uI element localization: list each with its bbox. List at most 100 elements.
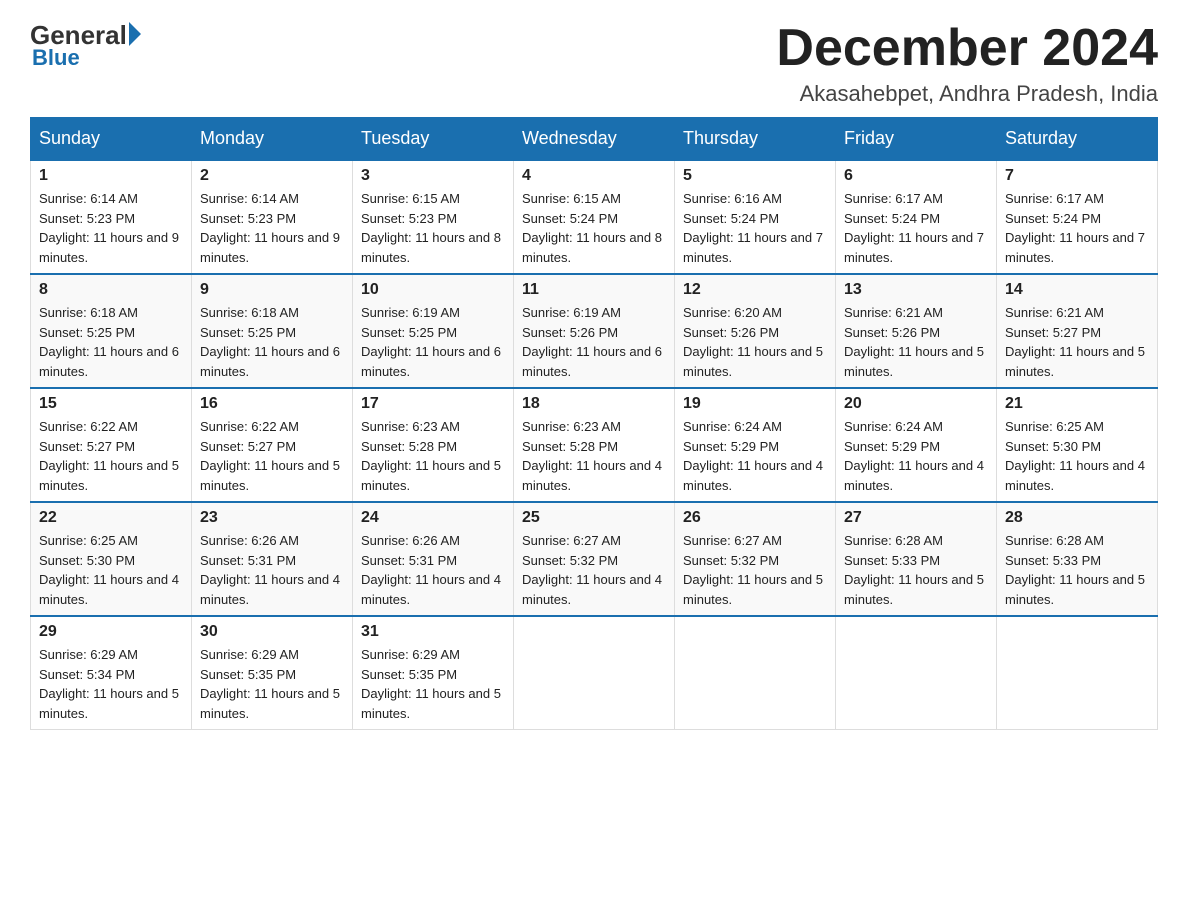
- day-info: Sunrise: 6:24 AM Sunset: 5:29 PM Dayligh…: [683, 417, 827, 495]
- table-row: 28 Sunrise: 6:28 AM Sunset: 5:33 PM Dayl…: [997, 502, 1158, 616]
- table-row: 4 Sunrise: 6:15 AM Sunset: 5:24 PM Dayli…: [514, 160, 675, 274]
- day-number: 25: [522, 509, 666, 527]
- day-number: 20: [844, 395, 988, 413]
- day-info: Sunrise: 6:14 AM Sunset: 5:23 PM Dayligh…: [200, 189, 344, 267]
- day-info: Sunrise: 6:23 AM Sunset: 5:28 PM Dayligh…: [522, 417, 666, 495]
- day-number: 9: [200, 281, 344, 299]
- table-row: 8 Sunrise: 6:18 AM Sunset: 5:25 PM Dayli…: [31, 274, 192, 388]
- day-info: Sunrise: 6:21 AM Sunset: 5:26 PM Dayligh…: [844, 303, 988, 381]
- day-number: 7: [1005, 167, 1149, 185]
- day-info: Sunrise: 6:27 AM Sunset: 5:32 PM Dayligh…: [683, 531, 827, 609]
- day-info: Sunrise: 6:19 AM Sunset: 5:25 PM Dayligh…: [361, 303, 505, 381]
- table-row: 27 Sunrise: 6:28 AM Sunset: 5:33 PM Dayl…: [836, 502, 997, 616]
- calendar-week-row: 29 Sunrise: 6:29 AM Sunset: 5:34 PM Dayl…: [31, 616, 1158, 730]
- day-info: Sunrise: 6:28 AM Sunset: 5:33 PM Dayligh…: [1005, 531, 1149, 609]
- table-row: 19 Sunrise: 6:24 AM Sunset: 5:29 PM Dayl…: [675, 388, 836, 502]
- table-row: 3 Sunrise: 6:15 AM Sunset: 5:23 PM Dayli…: [353, 160, 514, 274]
- day-info: Sunrise: 6:22 AM Sunset: 5:27 PM Dayligh…: [39, 417, 183, 495]
- day-info: Sunrise: 6:17 AM Sunset: 5:24 PM Dayligh…: [1005, 189, 1149, 267]
- day-info: Sunrise: 6:26 AM Sunset: 5:31 PM Dayligh…: [200, 531, 344, 609]
- day-number: 10: [361, 281, 505, 299]
- table-row: [675, 616, 836, 730]
- day-number: 2: [200, 167, 344, 185]
- logo: General Blue: [30, 20, 141, 71]
- day-info: Sunrise: 6:16 AM Sunset: 5:24 PM Dayligh…: [683, 189, 827, 267]
- table-row: [514, 616, 675, 730]
- day-info: Sunrise: 6:24 AM Sunset: 5:29 PM Dayligh…: [844, 417, 988, 495]
- table-row: 22 Sunrise: 6:25 AM Sunset: 5:30 PM Dayl…: [31, 502, 192, 616]
- day-number: 6: [844, 167, 988, 185]
- day-number: 8: [39, 281, 183, 299]
- calendar-table: Sunday Monday Tuesday Wednesday Thursday…: [30, 117, 1158, 730]
- table-row: 17 Sunrise: 6:23 AM Sunset: 5:28 PM Dayl…: [353, 388, 514, 502]
- col-saturday: Saturday: [997, 118, 1158, 161]
- day-number: 17: [361, 395, 505, 413]
- table-row: 29 Sunrise: 6:29 AM Sunset: 5:34 PM Dayl…: [31, 616, 192, 730]
- day-number: 3: [361, 167, 505, 185]
- day-number: 30: [200, 623, 344, 641]
- title-block: December 2024 Akasahebpet, Andhra Prades…: [776, 20, 1158, 107]
- table-row: 9 Sunrise: 6:18 AM Sunset: 5:25 PM Dayli…: [192, 274, 353, 388]
- day-number: 11: [522, 281, 666, 299]
- day-number: 24: [361, 509, 505, 527]
- day-info: Sunrise: 6:20 AM Sunset: 5:26 PM Dayligh…: [683, 303, 827, 381]
- day-info: Sunrise: 6:26 AM Sunset: 5:31 PM Dayligh…: [361, 531, 505, 609]
- calendar-week-row: 15 Sunrise: 6:22 AM Sunset: 5:27 PM Dayl…: [31, 388, 1158, 502]
- table-row: 1 Sunrise: 6:14 AM Sunset: 5:23 PM Dayli…: [31, 160, 192, 274]
- day-info: Sunrise: 6:29 AM Sunset: 5:35 PM Dayligh…: [361, 645, 505, 723]
- day-info: Sunrise: 6:18 AM Sunset: 5:25 PM Dayligh…: [39, 303, 183, 381]
- day-info: Sunrise: 6:27 AM Sunset: 5:32 PM Dayligh…: [522, 531, 666, 609]
- day-number: 19: [683, 395, 827, 413]
- col-monday: Monday: [192, 118, 353, 161]
- day-number: 14: [1005, 281, 1149, 299]
- table-row: [997, 616, 1158, 730]
- day-number: 21: [1005, 395, 1149, 413]
- table-row: 24 Sunrise: 6:26 AM Sunset: 5:31 PM Dayl…: [353, 502, 514, 616]
- day-info: Sunrise: 6:23 AM Sunset: 5:28 PM Dayligh…: [361, 417, 505, 495]
- calendar-week-row: 1 Sunrise: 6:14 AM Sunset: 5:23 PM Dayli…: [31, 160, 1158, 274]
- table-row: 15 Sunrise: 6:22 AM Sunset: 5:27 PM Dayl…: [31, 388, 192, 502]
- logo-blue-text: Blue: [32, 45, 80, 71]
- day-info: Sunrise: 6:22 AM Sunset: 5:27 PM Dayligh…: [200, 417, 344, 495]
- col-tuesday: Tuesday: [353, 118, 514, 161]
- page-header: General Blue December 2024 Akasahebpet, …: [30, 20, 1158, 107]
- table-row: 26 Sunrise: 6:27 AM Sunset: 5:32 PM Dayl…: [675, 502, 836, 616]
- day-number: 23: [200, 509, 344, 527]
- col-thursday: Thursday: [675, 118, 836, 161]
- day-number: 29: [39, 623, 183, 641]
- day-info: Sunrise: 6:17 AM Sunset: 5:24 PM Dayligh…: [844, 189, 988, 267]
- day-number: 1: [39, 167, 183, 185]
- day-number: 13: [844, 281, 988, 299]
- table-row: 2 Sunrise: 6:14 AM Sunset: 5:23 PM Dayli…: [192, 160, 353, 274]
- table-row: 14 Sunrise: 6:21 AM Sunset: 5:27 PM Dayl…: [997, 274, 1158, 388]
- table-row: 25 Sunrise: 6:27 AM Sunset: 5:32 PM Dayl…: [514, 502, 675, 616]
- table-row: 10 Sunrise: 6:19 AM Sunset: 5:25 PM Dayl…: [353, 274, 514, 388]
- day-number: 4: [522, 167, 666, 185]
- col-friday: Friday: [836, 118, 997, 161]
- day-number: 12: [683, 281, 827, 299]
- calendar-week-row: 22 Sunrise: 6:25 AM Sunset: 5:30 PM Dayl…: [31, 502, 1158, 616]
- day-number: 18: [522, 395, 666, 413]
- table-row: 31 Sunrise: 6:29 AM Sunset: 5:35 PM Dayl…: [353, 616, 514, 730]
- table-row: 21 Sunrise: 6:25 AM Sunset: 5:30 PM Dayl…: [997, 388, 1158, 502]
- table-row: 30 Sunrise: 6:29 AM Sunset: 5:35 PM Dayl…: [192, 616, 353, 730]
- calendar-week-row: 8 Sunrise: 6:18 AM Sunset: 5:25 PM Dayli…: [31, 274, 1158, 388]
- table-row: 5 Sunrise: 6:16 AM Sunset: 5:24 PM Dayli…: [675, 160, 836, 274]
- day-number: 26: [683, 509, 827, 527]
- calendar-header-row: Sunday Monday Tuesday Wednesday Thursday…: [31, 118, 1158, 161]
- day-number: 27: [844, 509, 988, 527]
- table-row: 16 Sunrise: 6:22 AM Sunset: 5:27 PM Dayl…: [192, 388, 353, 502]
- table-row: 20 Sunrise: 6:24 AM Sunset: 5:29 PM Dayl…: [836, 388, 997, 502]
- table-row: 13 Sunrise: 6:21 AM Sunset: 5:26 PM Dayl…: [836, 274, 997, 388]
- table-row: [836, 616, 997, 730]
- subtitle: Akasahebpet, Andhra Pradesh, India: [776, 81, 1158, 107]
- day-number: 31: [361, 623, 505, 641]
- day-info: Sunrise: 6:28 AM Sunset: 5:33 PM Dayligh…: [844, 531, 988, 609]
- day-info: Sunrise: 6:14 AM Sunset: 5:23 PM Dayligh…: [39, 189, 183, 267]
- day-info: Sunrise: 6:18 AM Sunset: 5:25 PM Dayligh…: [200, 303, 344, 381]
- day-info: Sunrise: 6:29 AM Sunset: 5:34 PM Dayligh…: [39, 645, 183, 723]
- table-row: 6 Sunrise: 6:17 AM Sunset: 5:24 PM Dayli…: [836, 160, 997, 274]
- table-row: 11 Sunrise: 6:19 AM Sunset: 5:26 PM Dayl…: [514, 274, 675, 388]
- day-info: Sunrise: 6:25 AM Sunset: 5:30 PM Dayligh…: [39, 531, 183, 609]
- day-info: Sunrise: 6:15 AM Sunset: 5:23 PM Dayligh…: [361, 189, 505, 267]
